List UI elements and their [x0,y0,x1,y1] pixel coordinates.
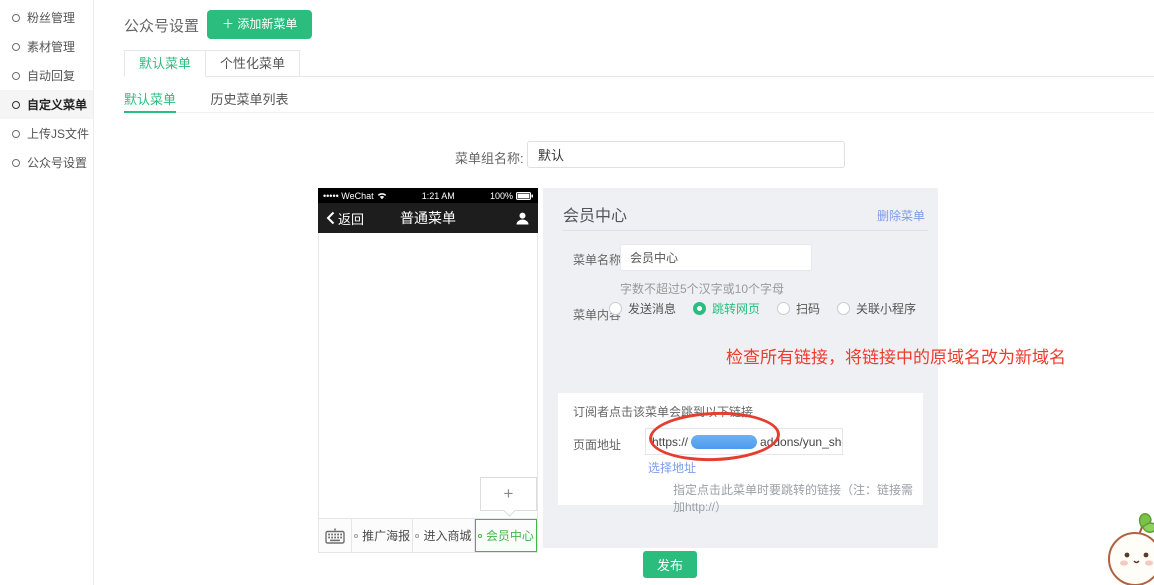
radio-label: 关联小程序 [856,300,916,317]
radio-jump-webpage[interactable]: 跳转网页 [693,300,760,317]
menu-name-label: 菜单名称 [573,251,621,268]
sidebar-item-label: 素材管理 [27,38,75,55]
phone-nav-bar: 返回 普通菜单 [318,203,538,233]
red-annotation-text: 检查所有链接，将链接中的原域名改为新域名 [726,343,1066,368]
tab-default-menu[interactable]: 默认菜单 [124,50,206,77]
circle-icon [12,130,20,138]
menu-editor-panel: 会员中心 删除菜单 菜单名称 字数不超过5个汉字或10个字母 菜单内容 发送消息… [543,188,938,548]
menu-dot-icon [478,534,482,538]
subtab-history-menu-list[interactable]: 历史菜单列表 [210,88,288,113]
phone-menu-label: 会员中心 [486,527,534,544]
menu-dot-icon [415,534,419,538]
phone-status-bar: ••••• WeChat 1:21 AM 100% [318,188,538,203]
keyboard-toggle-cell [319,519,352,552]
add-submenu-popup[interactable]: + [480,477,537,511]
menu-group-name-label: 菜单组名称: [455,148,524,167]
sidebar-item-label: 自定义菜单 [27,96,87,113]
radio-label: 跳转网页 [712,300,760,317]
page: 粉丝管理 素材管理 自动回复 自定义菜单 上传JS文件 公众号设置 公众号设置 … [0,0,1154,585]
person-icon [515,211,530,226]
back-button: 返回 [326,209,364,228]
keyboard-icon [325,528,345,544]
wifi-icon [377,192,387,200]
back-label: 返回 [338,209,364,228]
sidebar-item-material[interactable]: 素材管理 [0,32,93,61]
sidebar-item-fans[interactable]: 粉丝管理 [0,3,93,32]
circle-icon [12,101,20,109]
circle-icon [12,72,20,80]
carrier-label: ••••• WeChat [323,191,374,201]
tab-personalized-menu[interactable]: 个性化菜单 [206,50,300,77]
radio-circle-icon [777,302,790,315]
radio-circle-icon [609,302,622,315]
sidebar-item-autoreply[interactable]: 自动回复 [0,61,93,90]
clock-label: 1:21 AM [422,191,455,201]
link-box-title: 订阅者点击该菜单会跳到以下链接 [573,403,753,420]
radio-send-message[interactable]: 发送消息 [609,300,676,317]
radio-label: 发送消息 [628,300,676,317]
add-new-menu-button[interactable]: ＋ 添加新菜单 [207,10,312,39]
page-url-label: 页面地址 [573,436,621,453]
battery-percent-label: 100% [490,191,513,201]
sidebar-item-label: 上传JS文件 [27,125,89,142]
link-settings-box: 订阅者点击该菜单会跳到以下链接 页面地址 https:// addons/yun… [558,393,923,505]
menu-group-name-input[interactable] [527,141,845,168]
primary-tab-bar: 默认菜单个性化菜单 [124,50,1154,77]
circle-icon [12,159,20,167]
publish-button[interactable]: 发布 [643,551,697,578]
sidebar-item-account-settings[interactable]: 公众号设置 [0,148,93,177]
blue-redaction-marker [691,435,757,449]
sidebar-item-label: 粉丝管理 [27,9,75,26]
plus-icon: + [504,484,514,504]
phone-menu-item-poster[interactable]: 推广海报 [352,519,413,552]
radio-mini-program[interactable]: 关联小程序 [837,300,916,317]
sidebar: 粉丝管理 素材管理 自动回复 自定义菜单 上传JS文件 公众号设置 [0,0,94,585]
radio-scan-code[interactable]: 扫码 [777,300,820,317]
battery-icon [516,192,533,200]
page-url-hint: 指定点击此菜单时要跳转的链接（注：链接需加http://） [673,481,923,515]
circle-icon [12,14,20,22]
url-suffix-text: addons/yun_shop/? [760,435,843,449]
phone-menu-bar: 推广海报 进入商城 会员中心 [318,518,538,553]
radio-label: 扫码 [796,300,820,317]
delete-menu-link[interactable]: 删除菜单 [877,207,925,224]
radio-circle-icon [693,302,706,315]
sidebar-item-label: 公众号设置 [27,154,87,171]
phone-menu-label: 推广海报 [362,527,410,544]
sidebar-item-custom-menu[interactable]: 自定义菜单 [0,90,93,119]
menu-dot-icon [354,534,358,538]
page-url-input[interactable]: https:// addons/yun_shop/? [645,428,843,455]
divider [563,230,928,231]
url-prefix-text: https:// [652,435,688,449]
choose-address-link[interactable]: 选择地址 [648,459,696,476]
menu-name-hint: 字数不超过5个汉字或10个字母 [620,280,784,297]
menu-content-radio-group: 发送消息 跳转网页 扫码 关联小程序 [609,300,933,317]
phone-menu-item-member-center[interactable]: 会员中心 [475,519,537,552]
circle-icon [12,43,20,51]
sidebar-item-label: 自动回复 [27,67,75,84]
sidebar-item-upload-js[interactable]: 上传JS文件 [0,119,93,148]
menu-name-input[interactable] [620,244,812,271]
page-title: 公众号设置 [124,15,199,36]
phone-menu-label: 进入商城 [423,527,471,544]
mascot-radish-icon[interactable] [1103,509,1154,585]
phone-preview: ••••• WeChat 1:21 AM 100% 返回 普通菜单 + [318,188,538,553]
radio-circle-icon [837,302,850,315]
secondary-tab-bar: 默认菜单 历史菜单列表 [124,88,1154,113]
editor-title: 会员中心 [563,202,627,226]
phone-menu-item-mall[interactable]: 进入商城 [413,519,474,552]
chevron-left-icon [326,211,335,225]
subtab-default-menu[interactable]: 默认菜单 [124,88,176,113]
